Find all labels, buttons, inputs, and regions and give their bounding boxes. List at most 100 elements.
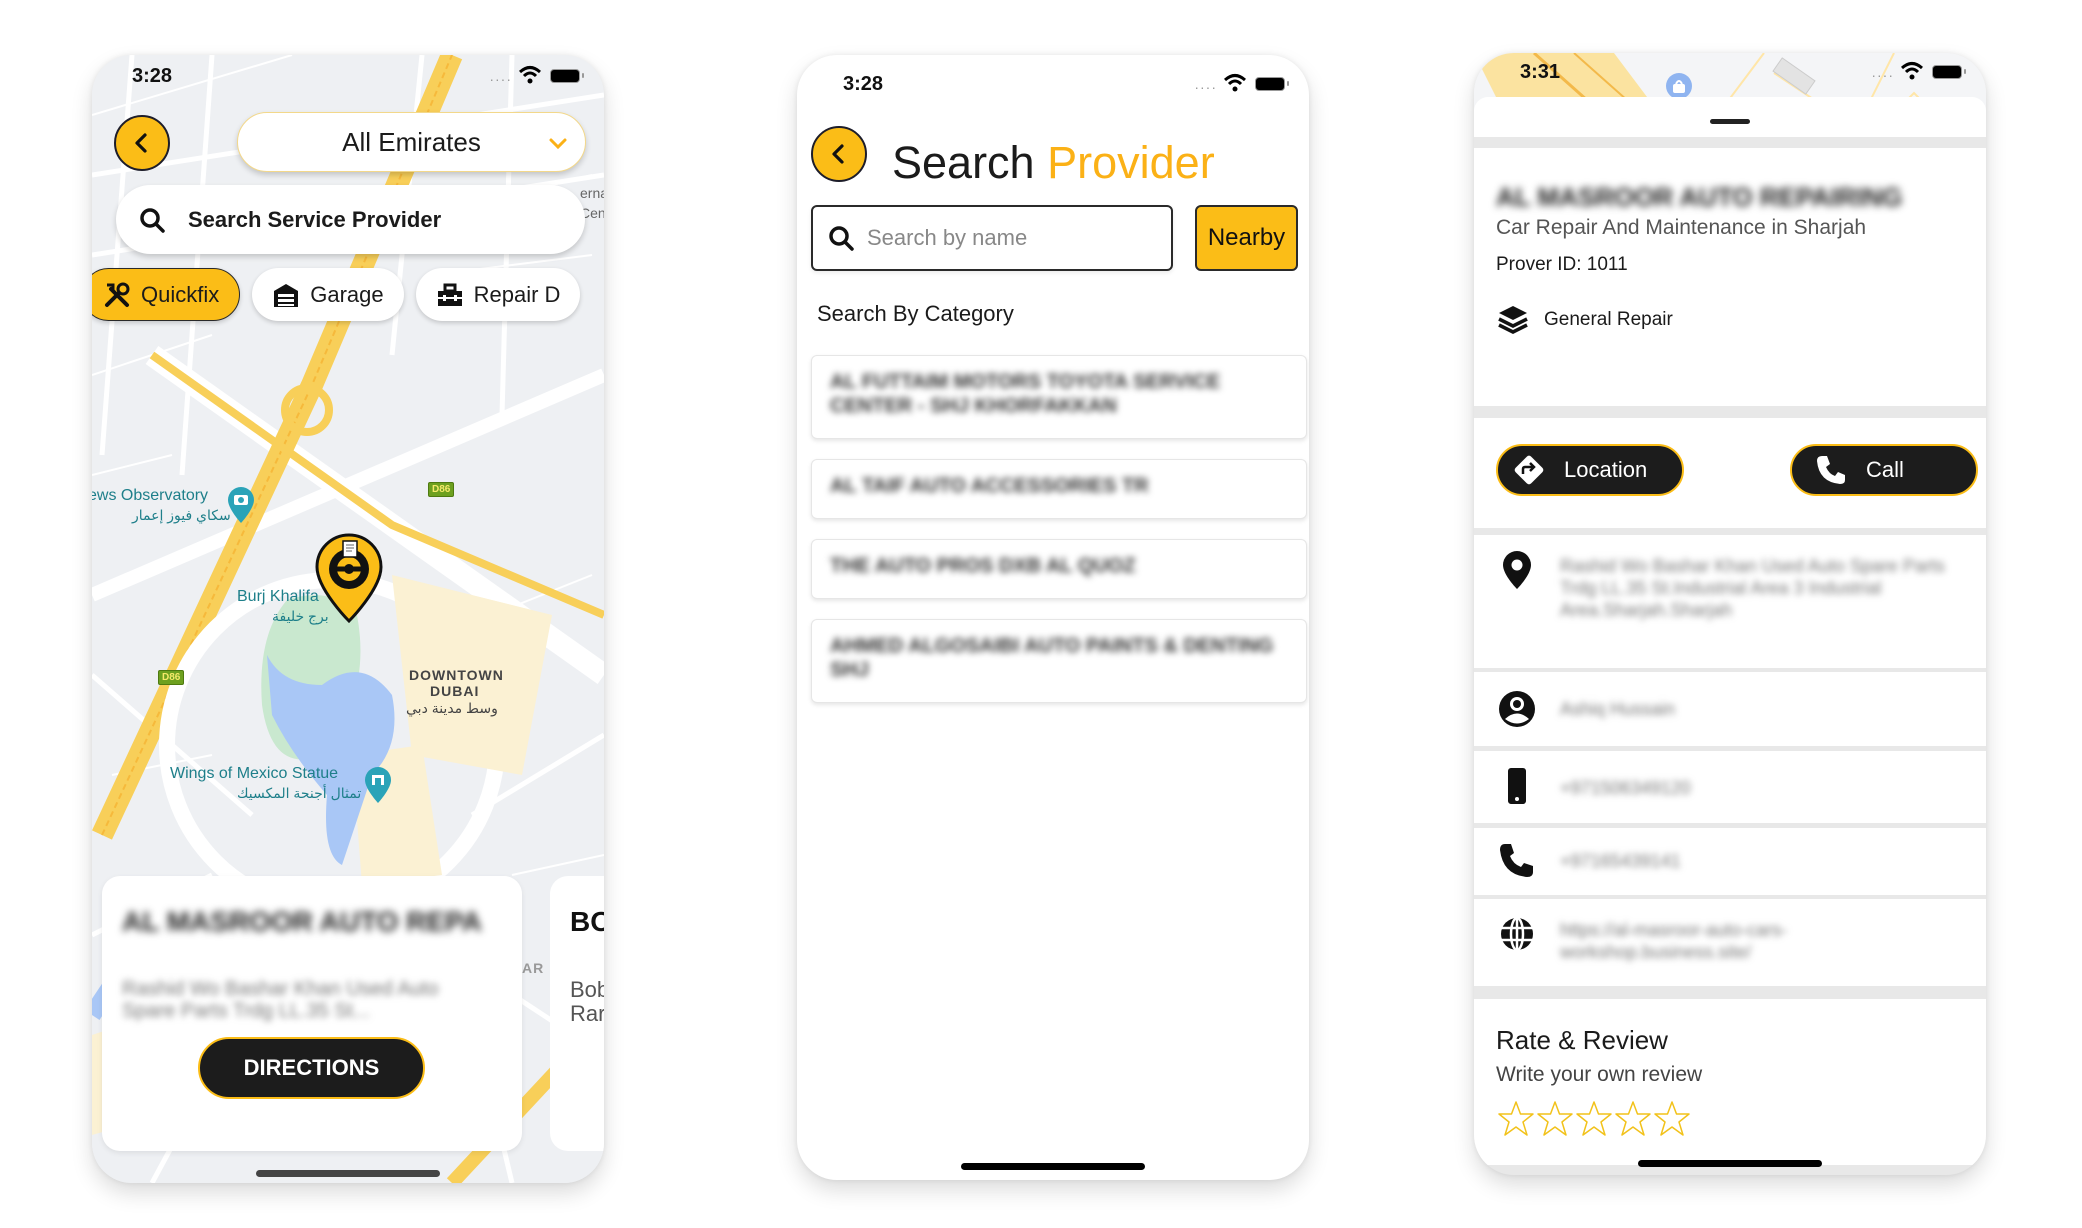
signal-icon: ···· — [1194, 79, 1217, 95]
road-badge-d86: D86 — [158, 670, 185, 685]
list-item-name: AL TAIF AUTO ACCESSORIES TR — [830, 475, 1149, 497]
address-row[interactable]: Rashid Wo Bashar Khan Used Auto Spare Pa… — [1474, 535, 1986, 668]
list-item[interactable]: AL FUTTAIM MOTORS TOYOTA SERVICE CENTER … — [811, 355, 1307, 439]
website-row[interactable]: https://al-masroor-auto-cars-workshop.bu… — [1474, 899, 1986, 986]
home-indicator — [961, 1163, 1145, 1170]
provider-category: General Repair — [1496, 303, 1673, 337]
rate-review-section: Rate & Review Write your own review — [1474, 999, 1986, 1165]
list-item[interactable]: THE AUTO PROS DXB AL QUOZ — [811, 539, 1307, 599]
status-time: 3:28 — [843, 73, 884, 95]
back-button[interactable] — [811, 126, 867, 182]
wifi-icon — [1900, 62, 1924, 80]
map-label-downtown-2: DUBAI — [430, 683, 480, 699]
signal-icon: ···· — [489, 71, 512, 87]
map-screen: ews Observatory سكاي فيوز إعمار Burj Kha… — [92, 55, 604, 1183]
mobile-value: +971506349120 — [1560, 778, 1691, 798]
search-label: Search Service Provider — [188, 206, 442, 232]
provider-subtitle: Car Repair And Maintenance in Sharjah — [1496, 216, 1867, 239]
status-bar: 3:28 ···· — [92, 55, 604, 115]
provider-card[interactable]: BO Bob Rar — [550, 876, 604, 1151]
star-rating[interactable] — [1496, 1099, 1691, 1139]
write-review-link[interactable]: Write your own review — [1496, 1063, 1702, 1087]
camera-poi-icon[interactable] — [228, 487, 254, 523]
location-pin-icon — [1503, 551, 1531, 589]
provider-address: Bob Rar — [570, 977, 604, 1026]
status-time: 3:28 — [132, 65, 173, 87]
search-by-category-label: Search By Category — [817, 301, 1014, 326]
tools-icon — [105, 282, 130, 307]
star-icon[interactable] — [1613, 1099, 1653, 1139]
directions-icon — [1514, 455, 1544, 485]
call-button-label: Call — [1866, 457, 1904, 482]
sheet-drag-handle[interactable] — [1710, 119, 1750, 124]
star-icon[interactable] — [1535, 1099, 1575, 1139]
emirate-select[interactable]: All Emirates — [237, 112, 586, 172]
provider-header-section: AL MASROOR AUTO REPAIRING Car Repair And… — [1474, 148, 1986, 406]
mobile-phone-icon — [1508, 768, 1526, 804]
category-chips: Quickfix Garage Repair D — [92, 268, 581, 321]
chevron-left-icon — [135, 133, 147, 153]
search-by-name-input[interactable] — [867, 225, 1147, 251]
list-item-name: THE AUTO PROS DXB AL QUOZ — [830, 555, 1136, 577]
battery-icon — [550, 69, 584, 83]
map-label-wings-of-mexico-ar: تمثال أجنحة المكسيك — [237, 785, 362, 801]
map-label-wings-of-mexico[interactable]: Wings of Mexico Statue — [170, 765, 338, 783]
map-label-partial: AR — [522, 960, 545, 976]
map-label-partial: erna — [580, 185, 604, 201]
rate-review-title: Rate & Review — [1496, 1025, 1668, 1055]
chip-repair[interactable]: Repair D — [415, 268, 581, 321]
signal-icon: ···· — [1871, 67, 1894, 83]
star-icon[interactable] — [1574, 1099, 1614, 1139]
back-button[interactable] — [114, 115, 170, 171]
map-label-downtown-ar: وسط مدينة دبي — [406, 700, 498, 716]
provider-detail-screen: 3:31 ···· AL MASROOR AUTO REPAIRING Car … — [1474, 53, 1986, 1175]
chevron-down-icon — [549, 138, 567, 150]
map-label-observatory-ar: سكاي فيوز إعمار — [132, 507, 231, 523]
chevron-left-icon — [832, 144, 844, 164]
map-label-observatory[interactable]: ews Observatory — [92, 487, 208, 505]
phone-icon — [1500, 844, 1533, 877]
provider-name: AL MASROOR AUTO REPA — [122, 906, 482, 937]
museum-poi-icon[interactable] — [365, 767, 391, 803]
user-icon — [1499, 691, 1535, 727]
star-icon[interactable] — [1652, 1099, 1692, 1139]
address-value: Rashid Wo Bashar Khan Used Auto Spare Pa… — [1560, 556, 1945, 620]
wifi-icon — [1223, 74, 1247, 92]
mobile-row[interactable]: +971506349120 — [1474, 751, 1986, 823]
search-icon — [140, 207, 165, 233]
status-bar: 3:28 ···· — [797, 63, 1309, 123]
list-item[interactable]: AHMED ALGOSAIBI AUTO PAINTS & DENTING SH… — [811, 619, 1307, 703]
map-label-downtown-1: DOWNTOWN — [409, 667, 504, 683]
nearby-button[interactable]: Nearby — [1195, 205, 1298, 271]
search-service-provider-input[interactable]: Search Service Provider — [116, 185, 585, 254]
chip-quickfix[interactable]: Quickfix — [92, 268, 241, 321]
directions-button[interactable]: DIRECTIONS — [198, 1037, 425, 1099]
emirate-select-value: All Emirates — [342, 126, 481, 157]
list-item-name: AL FUTTAIM MOTORS TOYOTA SERVICE CENTER … — [830, 371, 1221, 417]
call-button[interactable]: Call — [1790, 444, 1978, 496]
layers-icon — [1498, 306, 1528, 334]
provider-card[interactable]: AL MASROOR AUTO REPA Rashid Wo Bashar Kh… — [102, 876, 522, 1151]
battery-icon — [1932, 65, 1966, 79]
location-button-label: Location — [1564, 457, 1648, 482]
contact-name-row: Ashiq Hussain — [1474, 672, 1986, 746]
list-item-name: AHMED ALGOSAIBI AUTO PAINTS & DENTING SH… — [830, 635, 1274, 681]
home-indicator — [1638, 1160, 1822, 1167]
page-title: Search Provider — [892, 137, 1215, 189]
star-icon[interactable] — [1496, 1099, 1536, 1139]
page-title-part2: Provider — [1047, 137, 1215, 188]
provider-category-label: General Repair — [1544, 309, 1673, 330]
map-label-burj-khalifa[interactable]: Burj Khalifa — [237, 588, 319, 606]
provider-result-list: AL FUTTAIM MOTORS TOYOTA SERVICE CENTER … — [811, 355, 1307, 723]
chip-garage[interactable]: Garage — [252, 268, 404, 321]
chip-label: Garage — [310, 281, 384, 307]
search-by-name-field[interactable] — [811, 205, 1173, 271]
home-indicator — [256, 1170, 440, 1177]
list-item[interactable]: AL TAIF AUTO ACCESSORIES TR — [811, 459, 1307, 519]
action-buttons-section: Location Call — [1474, 418, 1986, 528]
phone-row[interactable]: +97165439141 — [1474, 828, 1986, 895]
location-button[interactable]: Location — [1496, 444, 1684, 496]
toolbox-icon — [437, 283, 462, 306]
wifi-icon — [518, 66, 542, 84]
provider-map-marker-icon[interactable] — [315, 533, 383, 623]
